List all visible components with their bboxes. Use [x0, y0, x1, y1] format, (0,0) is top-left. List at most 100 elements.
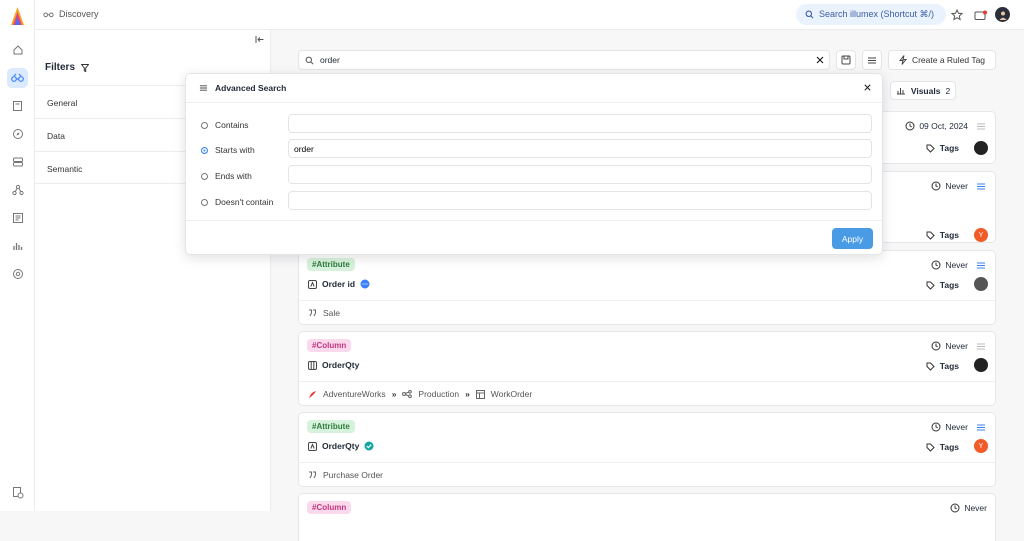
- star-icon[interactable]: [949, 7, 965, 23]
- home-icon[interactable]: [7, 40, 28, 60]
- tags-button[interactable]: Tags: [926, 361, 959, 371]
- settings-icon[interactable]: [7, 264, 28, 284]
- doesnt-contain-input[interactable]: [288, 191, 872, 210]
- column-tag[interactable]: #Column: [307, 339, 352, 352]
- tags-button[interactable]: Tags: [926, 442, 959, 452]
- path-table[interactable]: WorkOrder: [491, 389, 532, 399]
- option-doesnt-contain[interactable]: Doesn't contain: [201, 197, 273, 207]
- radio[interactable]: [201, 146, 208, 154]
- compass-icon[interactable]: [7, 124, 28, 144]
- option-starts-with[interactable]: Starts with: [201, 145, 255, 155]
- lines-icon[interactable]: [977, 183, 985, 190]
- filters-title: Filters: [45, 62, 90, 73]
- search-icon: [305, 56, 314, 64]
- column-icon: [308, 360, 317, 370]
- discovery-icon: [43, 12, 54, 18]
- collapse-panel-icon[interactable]: [255, 35, 265, 44]
- last-used: Never: [931, 341, 968, 351]
- visuals-tab[interactable]: Visuals 2: [890, 81, 956, 100]
- clear-search-icon[interactable]: [815, 55, 825, 65]
- attribute-tag[interactable]: #Attribute: [307, 420, 355, 433]
- ends-with-input[interactable]: [288, 165, 872, 184]
- search-input[interactable]: order: [298, 50, 830, 70]
- certified-icon: [364, 441, 374, 451]
- left-rail: [0, 0, 35, 511]
- starts-with-input[interactable]: [288, 139, 872, 158]
- sql-server-icon: [309, 390, 316, 398]
- tags-button[interactable]: Tags: [926, 280, 959, 290]
- avatar[interactable]: [974, 141, 988, 155]
- mail-icon[interactable]: [972, 7, 988, 23]
- chart-icon: [896, 88, 905, 95]
- discovery-icon[interactable]: [7, 68, 28, 88]
- avatar[interactable]: Y: [974, 439, 988, 453]
- chart-icon[interactable]: [7, 236, 28, 256]
- global-search-label: Search illumex (Shortcut ⌘/): [819, 9, 935, 19]
- book-icon[interactable]: [7, 96, 28, 116]
- report-icon[interactable]: [7, 208, 28, 228]
- advanced-search-button[interactable]: [862, 50, 882, 70]
- result-card[interactable]: #Column Never: [298, 493, 996, 541]
- card-footer: Sale: [299, 300, 995, 325]
- path-schema[interactable]: Production: [418, 389, 459, 399]
- sliders-icon: [199, 85, 208, 91]
- sliders-icon: [868, 57, 876, 63]
- tags-button[interactable]: Tags: [926, 143, 959, 153]
- tags-button[interactable]: Tags: [926, 230, 959, 240]
- top-bar: Discovery Search illumex (Shortcut ⌘/): [35, 0, 1024, 30]
- item-name[interactable]: Order id: [308, 279, 370, 289]
- lines-icon[interactable]: [977, 262, 985, 269]
- column-tag[interactable]: #Column: [307, 501, 352, 514]
- attribute-tag[interactable]: #Attribute: [307, 258, 355, 271]
- search-value: order: [320, 55, 340, 65]
- last-used: Never: [931, 260, 968, 270]
- filter-icon: [81, 63, 90, 72]
- item-name[interactable]: OrderQty: [308, 441, 374, 451]
- radio[interactable]: [201, 121, 208, 129]
- last-used: Never: [931, 422, 968, 432]
- graph-icon[interactable]: [7, 180, 28, 200]
- user-avatar[interactable]: [995, 7, 1010, 22]
- radio[interactable]: [201, 198, 208, 206]
- attribute-icon: [308, 441, 317, 451]
- table-icon: [475, 389, 485, 399]
- contains-input[interactable]: [288, 114, 872, 133]
- item-name[interactable]: OrderQty: [308, 360, 359, 370]
- result-card[interactable]: #Attribute OrderQty Never Tags Y Purchas…: [298, 412, 996, 487]
- option-ends-with[interactable]: Ends with: [201, 171, 252, 181]
- create-ruled-tag-button[interactable]: Create a Ruled Tag: [888, 50, 996, 70]
- breadcrumb[interactable]: Discovery: [43, 9, 99, 19]
- lines-icon[interactable]: [977, 424, 985, 431]
- radio[interactable]: [201, 172, 208, 180]
- history-icon: [931, 422, 941, 432]
- help-doc-icon[interactable]: [7, 482, 28, 502]
- result-card[interactable]: #Column OrderQty Never Tags AdventureWor…: [298, 331, 996, 406]
- dialog-header: Advanced Search: [186, 74, 882, 103]
- quote-icon: [309, 471, 316, 479]
- save-search-button[interactable]: [836, 50, 856, 70]
- dialog-footer-divider: [186, 220, 882, 221]
- history-icon: [931, 260, 941, 270]
- avatar[interactable]: Y: [974, 228, 988, 242]
- avatar[interactable]: [974, 358, 988, 372]
- result-card[interactable]: #Attribute Order id Never Tags Sale: [298, 250, 996, 325]
- tag-icon: [926, 281, 935, 290]
- close-icon[interactable]: [863, 83, 872, 92]
- breadcrumb-label: Discovery: [59, 9, 99, 19]
- database-icon[interactable]: [7, 152, 28, 172]
- option-contains[interactable]: Contains: [201, 120, 249, 130]
- illumex-logo[interactable]: [9, 6, 26, 28]
- last-used: Never: [931, 181, 968, 191]
- lines-icon[interactable]: [977, 123, 985, 130]
- path-database[interactable]: AdventureWorks: [323, 389, 386, 399]
- history-icon: [931, 341, 941, 351]
- lines-icon[interactable]: [977, 343, 985, 350]
- tag-icon: [926, 144, 935, 153]
- global-search-button[interactable]: Search illumex (Shortcut ⌘/): [796, 4, 946, 25]
- advanced-search-dialog: Advanced Search Contains Starts with End…: [185, 73, 883, 255]
- avatar[interactable]: [974, 277, 988, 291]
- history-icon: [905, 121, 915, 131]
- tag-icon: [926, 231, 935, 240]
- save-icon: [841, 55, 851, 65]
- apply-button[interactable]: Apply: [832, 228, 873, 249]
